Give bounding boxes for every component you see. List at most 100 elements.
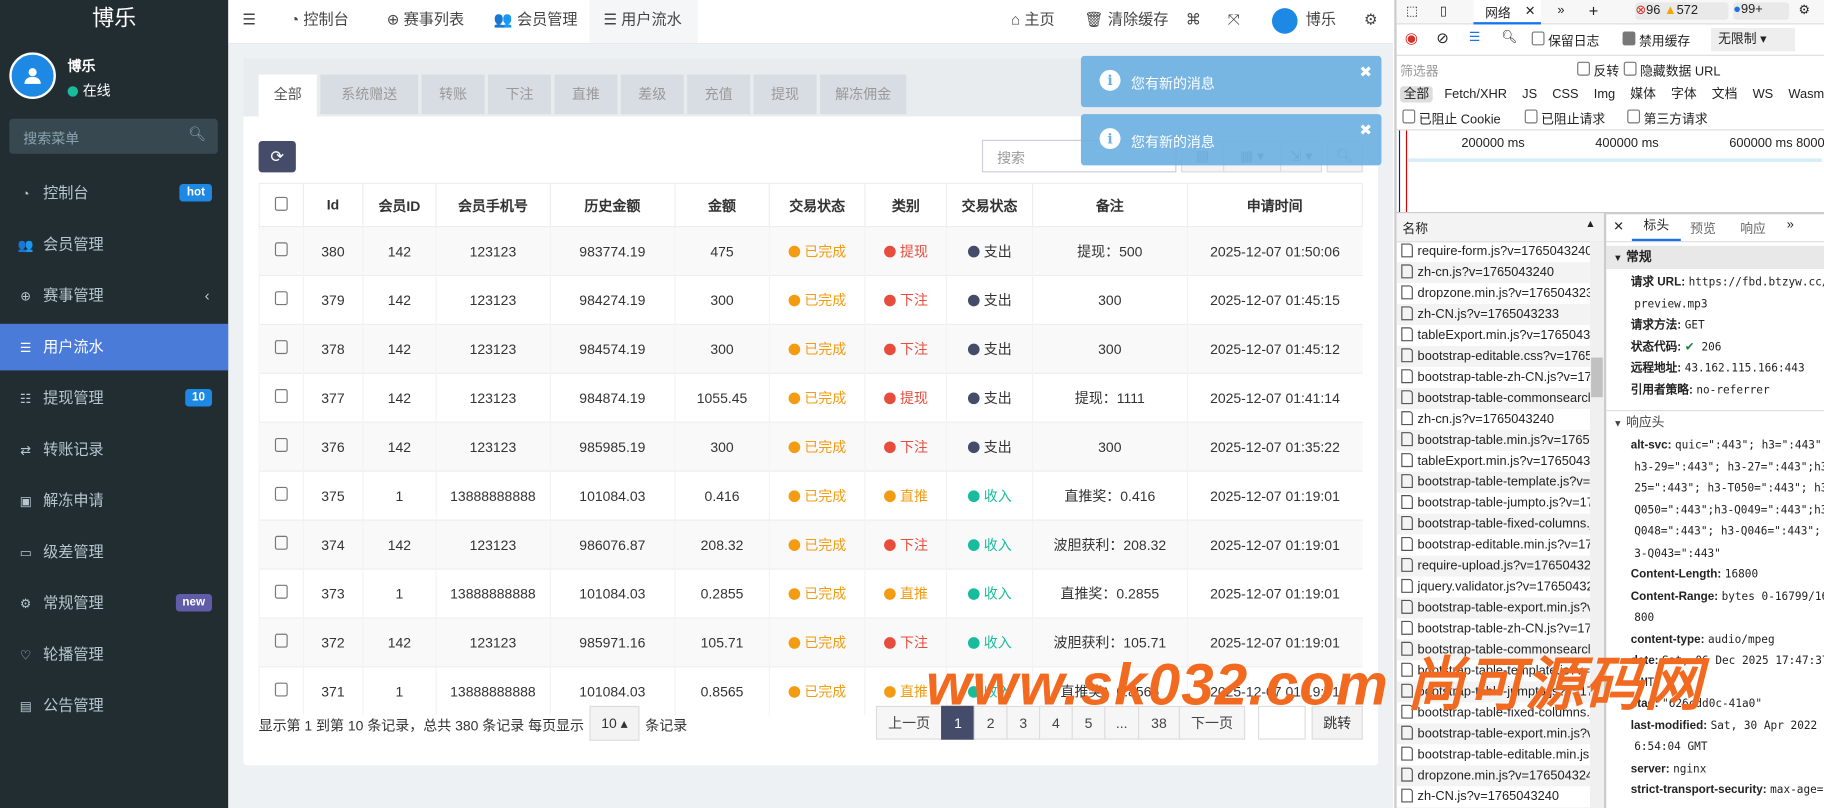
page-size-select[interactable]: 10 ▴ [589, 705, 640, 741]
sidebar-item[interactable]: ◔ 控制台 hot [0, 170, 228, 217]
nav-tab-members[interactable]: 👥 会员管理 [494, 0, 578, 43]
filter-tab[interactable]: 直推 [554, 74, 618, 115]
refresh-button[interactable]: ⟳ [258, 140, 296, 173]
type-filter[interactable]: WS [1749, 86, 1777, 102]
fullscreen-icon[interactable]: ⤧ [1228, 0, 1240, 43]
notification-toast[interactable]: i 您有新的消息 ✖ [1080, 114, 1382, 166]
table-row[interactable]: 375 1 13888888888 101084.03 0.416 已完成 直推 收入 直推奖：… [258, 470, 1363, 521]
settings-icon[interactable]: ⚙ [1798, 2, 1810, 17]
more-tabs-icon[interactable]: » [1787, 218, 1794, 232]
throttle-select[interactable]: 无限制 ▾ [1711, 27, 1795, 52]
request-item[interactable]: zh-CN.js?v=1765043240 [1397, 786, 1590, 807]
header-avatar[interactable] [1271, 8, 1298, 34]
type-filter[interactable]: Wasm [1785, 86, 1824, 102]
sort-icon[interactable]: ▲ [1585, 218, 1595, 230]
close-icon[interactable]: ✖ [1359, 63, 1372, 82]
type-filter[interactable]: Img [1590, 86, 1618, 102]
response-headers-section[interactable]: ▼ 响应头 [1606, 410, 1824, 434]
issues-counter[interactable]: ⊗96 ▲572 [1635, 2, 1729, 20]
request-item[interactable]: bootstrap-editable.min.js?v=1765043240 [1397, 535, 1590, 556]
request-item[interactable]: tableExport.min.js?v=1765043240 [1397, 325, 1590, 346]
row-checkbox[interactable] [274, 682, 288, 697]
row-select-cell[interactable] [258, 225, 304, 276]
row-checkbox[interactable] [274, 242, 288, 257]
inspect-icon[interactable]: ⬚ [1406, 3, 1418, 19]
type-filter[interactable]: Fetch/XHR [1441, 86, 1511, 102]
app-logo[interactable]: 博乐 [0, 0, 228, 44]
clear-cache-button[interactable]: 🗑︎ 清除缓存 [1084, 0, 1168, 43]
filter-tab[interactable]: 全部 [258, 74, 317, 117]
home-link[interactable]: ⌂ 主页 [1011, 0, 1055, 43]
column-header[interactable]: 交易状态 [768, 182, 866, 228]
menu-search-input[interactable]: 搜索菜单 🔍︎ [9, 118, 218, 154]
sidebar-item[interactable]: ▣ 解冻申请 [0, 478, 228, 525]
network-timeline[interactable]: 200000 ms 400000 ms 600000 ms 80000 [1396, 130, 1824, 215]
filter-tab[interactable]: 差级 [620, 74, 684, 115]
request-item[interactable]: bootstrap-table-jumpto.js?v=1765043240 [1397, 493, 1590, 514]
sidebar-item[interactable]: ☰ 用户流水 [0, 323, 229, 371]
request-item[interactable]: bootstrap-table-fixed-columns.js [1396, 513, 1590, 535]
translate-icon[interactable]: ⌘ [1186, 0, 1201, 43]
avatar[interactable] [9, 52, 56, 100]
sidebar-item[interactable]: ▤ 公告管理 [0, 683, 228, 730]
row-checkbox[interactable] [274, 584, 288, 599]
column-header[interactable]: 会员手机号 [435, 182, 551, 228]
request-item[interactable]: bootstrap-table-zh-CN.js?v=1765043240 [1397, 367, 1590, 388]
request-list-scrollbar[interactable] [1589, 241, 1604, 808]
row-select-cell[interactable] [258, 519, 304, 570]
type-filter[interactable]: CSS [1549, 86, 1582, 102]
row-select-cell[interactable] [258, 666, 304, 716]
column-header[interactable]: 交易状态 [946, 182, 1034, 228]
row-select-cell[interactable] [258, 421, 304, 472]
clear-icon[interactable]: ⊘ [1436, 29, 1449, 48]
request-item[interactable]: jquery.validator.js?v=1765043240 [1397, 577, 1590, 598]
invert-checkbox[interactable]: 反转 [1577, 61, 1619, 81]
select-all-checkbox[interactable] [274, 196, 288, 211]
request-item[interactable]: zh-CN.js?v=1765043233 [1396, 304, 1590, 325]
sidebar-item[interactable]: 👥 会员管理 [0, 221, 228, 268]
record-icon[interactable]: ◉ [1405, 29, 1418, 48]
nav-tab-dashboard[interactable]: ◔ 控制台 [290, 0, 349, 43]
close-icon[interactable]: ✕ [1613, 219, 1624, 234]
cogs-icon[interactable]: ⚙ [1364, 0, 1378, 43]
request-item[interactable]: bootstrap-table-export.min.js?v=17650432… [1396, 597, 1590, 619]
type-filter[interactable]: 字体 [1668, 86, 1701, 102]
select-all-header[interactable] [258, 182, 304, 228]
row-checkbox[interactable] [274, 535, 288, 550]
request-item[interactable]: require-upload.js?v=1765043240 [1396, 555, 1590, 577]
notification-toast[interactable]: i 您有新的消息 ✖ [1080, 55, 1382, 108]
sidebar-item[interactable]: ▭ 级差管理 [0, 529, 228, 576]
request-item[interactable]: bootstrap-table-editable.min.js?v=176504… [1397, 744, 1590, 765]
filter-tab[interactable]: 充值 [687, 74, 751, 115]
table-row[interactable]: 373 1 13888888888 101084.03 0.2855 已完成 直推 收入 直推奖… [258, 568, 1363, 618]
row-checkbox[interactable] [274, 486, 288, 501]
disable-cache-checkbox[interactable]: 禁用缓存 [1622, 31, 1690, 50]
request-item[interactable]: bootstrap-table.min.js?v=1765043240 [1396, 429, 1590, 451]
request-item[interactable]: dropzone.min.js?v=1765043233 [1397, 283, 1590, 304]
row-select-cell[interactable] [258, 617, 304, 667]
type-filter[interactable]: 全部 [1400, 86, 1433, 103]
hide-data-urls-checkbox[interactable]: 隐藏数据 URL [1623, 61, 1721, 81]
row-checkbox[interactable] [274, 389, 288, 404]
table-row[interactable]: 378 142 123123 984574.19 300 已完成 下注 支出 300 2025-1… [258, 323, 1363, 374]
row-select-cell[interactable] [258, 470, 304, 521]
request-item[interactable]: dropzone.min.js?v=1765043240 [1396, 765, 1590, 787]
filter-tab[interactable]: 系统赠送 [320, 74, 419, 115]
name-column-header[interactable]: 名称 [1402, 219, 1428, 238]
row-checkbox[interactable] [274, 437, 288, 452]
tab-network[interactable]: 网络 ✕ [1473, 0, 1542, 25]
nav-tab-user-flow[interactable]: ☰ 用户流水 [589, 0, 698, 44]
request-item[interactable]: zh-cn.js?v=1765043240 [1397, 409, 1590, 430]
tab-headers[interactable]: 标头 [1631, 213, 1681, 242]
close-icon[interactable]: ✖ [1359, 121, 1372, 140]
row-select-cell[interactable] [258, 568, 304, 618]
sidebar-item[interactable]: ⊕ 赛事管理 ‹ [0, 273, 228, 320]
row-checkbox[interactable] [274, 291, 288, 306]
add-tab-icon[interactable]: + [1589, 1, 1599, 20]
request-item[interactable]: require-form.js?v=1765043240 [1397, 241, 1590, 262]
request-item[interactable]: bootstrap-table-export.min.js?v=17650432… [1396, 723, 1590, 745]
request-item[interactable]: bootstrap-table-commonsearch.js [1396, 387, 1590, 409]
column-header[interactable]: 申请时间 [1186, 182, 1363, 228]
hamburger-menu-icon[interactable]: ☰ [242, 0, 256, 43]
close-icon[interactable]: ✕ [1525, 3, 1536, 19]
